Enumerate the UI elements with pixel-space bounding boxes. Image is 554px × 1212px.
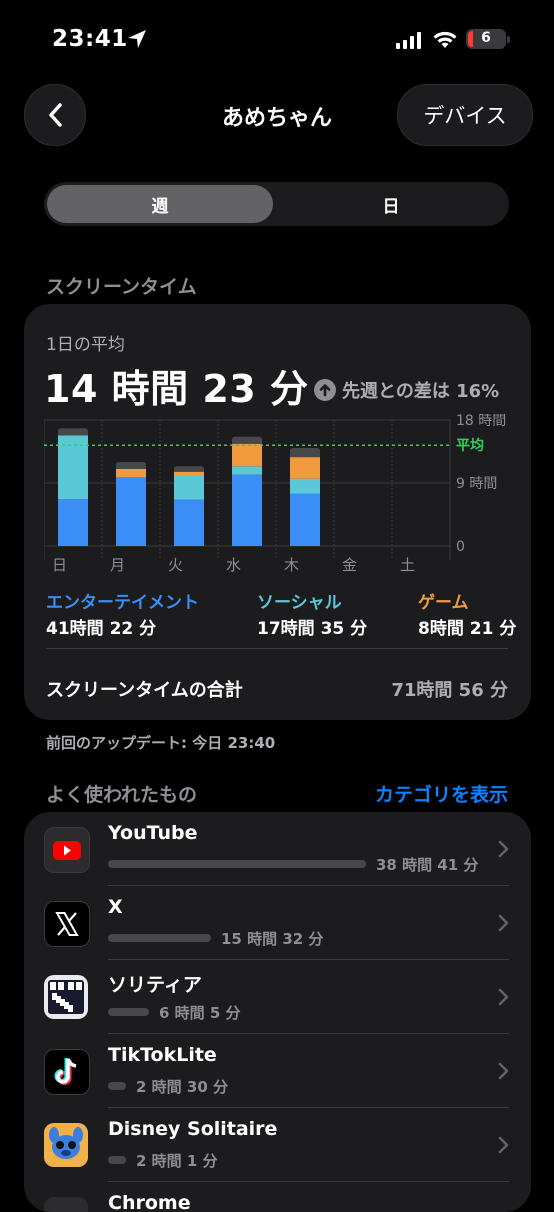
usage-bar	[108, 1082, 126, 1090]
segment-week[interactable]: 週	[47, 185, 273, 223]
x-tick-label: 火	[168, 556, 183, 574]
y-tick-label: 0	[456, 539, 465, 555]
app-row-chrome[interactable]: Chrome	[24, 1182, 531, 1212]
location-arrow-icon	[128, 30, 146, 48]
battery-icon: 6	[466, 29, 510, 49]
chrome-icon	[44, 1197, 88, 1212]
status-time: 23:41	[52, 26, 128, 52]
usage-time: 38 時間 41 分	[376, 856, 479, 874]
bar-segment	[290, 478, 320, 494]
week-diff-text: 先週との差は 16%	[342, 381, 500, 402]
chevron-right-icon	[498, 1136, 509, 1154]
bar-segment	[116, 462, 146, 469]
bar-segment	[232, 436, 262, 444]
most-used-section-title: よく使われたもの	[46, 784, 198, 806]
app-name: ソリティア	[108, 974, 202, 996]
arrow-up-circle-icon	[314, 379, 336, 401]
app-name: YouTube	[108, 822, 198, 844]
y-tick-label: 18 時間	[456, 414, 506, 429]
usage-bar	[108, 934, 211, 942]
chevron-left-icon	[49, 103, 62, 127]
week-diff: 先週との差は 16%	[314, 377, 499, 403]
legend-games-value: 8時間 21 分	[418, 619, 517, 639]
youtube-icon	[44, 827, 90, 873]
segment-day[interactable]: 日	[276, 182, 506, 226]
app-name: Chrome	[108, 1192, 191, 1212]
usage-bar	[108, 1008, 149, 1016]
bar-segment	[174, 471, 204, 476]
legend-social-value: 17時間 35 分	[257, 619, 368, 639]
usage-time: 6 時間 5 分	[159, 1004, 241, 1022]
usage-time: 15 時間 32 分	[221, 930, 324, 948]
daily-average-label: 1日の平均	[46, 335, 125, 355]
x-tick-label: 日	[52, 556, 67, 574]
screen-time-chart[interactable]: 日 月 火 水 木 金 土 平均 18 時間 9 時間 0	[44, 414, 514, 576]
app-row-disney-solitaire[interactable]: Disney Solitaire 2 時間 1 分	[24, 1108, 531, 1182]
bar-segment	[290, 448, 320, 458]
bar-segment	[232, 443, 262, 467]
x-tick-label: 木	[284, 556, 299, 574]
legend-games-label: ゲーム	[418, 593, 469, 613]
app-row-youtube[interactable]: YouTube 38 時間 41 分	[24, 812, 531, 886]
chevron-right-icon	[498, 1062, 509, 1080]
battery-level: 6	[481, 30, 491, 46]
app-name: TikTokLite	[108, 1044, 217, 1066]
card-divider	[46, 648, 508, 649]
page-title: あめちゃん	[221, 106, 332, 131]
legend-entertainment-label: エンターテイメント	[46, 593, 199, 613]
show-categories-link[interactable]: カテゴリを表示	[375, 780, 508, 807]
cellular-signal-icon	[396, 31, 421, 49]
app-row-tiktoklite[interactable]: TikTokLite 2 時間 30 分	[24, 1034, 531, 1108]
x-tick-label: 月	[110, 556, 125, 574]
bar-segment	[232, 466, 262, 475]
usage-time: 2 時間 1 分	[136, 1152, 218, 1170]
most-used-list: YouTube 38 時間 41 分 X 15 時間 32 分 ソリティア 6 …	[24, 812, 531, 1212]
legend-entertainment-value: 41時間 22 分	[46, 619, 157, 639]
y-tick-label: 9 時間	[456, 476, 497, 492]
bar-segment	[174, 466, 204, 472]
x-icon	[44, 901, 90, 947]
chevron-right-icon	[498, 840, 509, 858]
period-segmented-control: 週 日	[44, 182, 509, 226]
daily-average-value: 14 時間 23 分	[44, 367, 309, 411]
last-update-text: 前回のアップデート: 今日 23:40	[46, 734, 276, 752]
usage-bar	[108, 1156, 126, 1164]
solitaire-icon	[44, 975, 88, 1019]
total-value: 71時間 56 分	[391, 680, 508, 701]
bar-segment	[58, 499, 88, 546]
wifi-icon	[433, 31, 457, 48]
bar-segment	[116, 469, 146, 478]
app-row-solitaire[interactable]: ソリティア 6 時間 5 分	[24, 960, 531, 1034]
chevron-right-icon	[498, 914, 509, 932]
bar-segment	[116, 477, 146, 546]
screen-time-section-title: スクリーンタイム	[46, 276, 197, 298]
bar-segment	[174, 476, 204, 500]
disney-solitaire-icon	[44, 1123, 88, 1167]
x-tick-label: 金	[342, 556, 357, 574]
back-button[interactable]	[24, 84, 86, 146]
bar-segment	[290, 457, 320, 479]
average-label: 平均	[456, 437, 484, 454]
total-label: スクリーンタイムの合計	[46, 680, 243, 701]
bar-segment	[232, 474, 262, 546]
devices-button[interactable]: デバイス	[397, 84, 533, 146]
usage-bar	[108, 860, 366, 868]
app-name: Disney Solitaire	[108, 1118, 278, 1140]
bar-segment	[58, 428, 88, 436]
bar-segment	[290, 493, 320, 546]
app-name: X	[108, 896, 123, 918]
x-tick-label: 水	[226, 556, 241, 574]
bar-segment	[174, 499, 204, 546]
usage-time: 2 時間 30 分	[136, 1078, 228, 1096]
chevron-right-icon	[498, 988, 509, 1006]
app-row-x[interactable]: X 15 時間 32 分	[24, 886, 531, 960]
x-tick-label: 土	[400, 556, 415, 574]
tiktok-icon	[44, 1049, 90, 1095]
legend-social-label: ソーシャル	[257, 593, 342, 613]
